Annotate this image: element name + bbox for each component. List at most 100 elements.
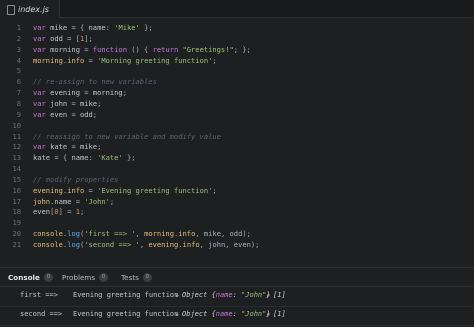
code-token: name: [71, 153, 89, 163]
object-key: name: [215, 291, 233, 299]
code-text: var odd = [1];: [33, 33, 93, 44]
code-token: name: [88, 23, 106, 32]
code-line: 8 var john = mike;: [0, 98, 474, 109]
tab-problems[interactable]: Problems 0: [62, 268, 109, 287]
code-token: };: [122, 153, 136, 163]
code-token: info: [182, 240, 200, 249]
line-number: 19: [12, 218, 21, 228]
code-token: evening: [45, 88, 85, 98]
code-token: =: [71, 98, 80, 108]
code-token: info: [178, 229, 196, 239]
code-token: =: [71, 142, 80, 152]
code-line: 7 var evening = morning;: [0, 87, 474, 98]
array-preview[interactable]: ▶ [1]: [267, 307, 286, 323]
code-token: =: [84, 44, 93, 54]
code-text: // re-assign to new variables: [33, 76, 157, 87]
code-line: 5: [0, 65, 474, 76]
count-badge: 0: [142, 273, 152, 282]
code-token: even: [45, 109, 72, 119]
object-preview[interactable]: ▶ Object {name: "John"}: [176, 307, 271, 323]
object-prefix: Object {: [182, 291, 216, 299]
code-token: ;: [212, 55, 217, 65]
console-log-row: first ==> Evening greeting function ▶ Obje…: [0, 288, 474, 307]
log-message: Evening greeting function: [73, 291, 179, 299]
line-number: 1: [16, 23, 21, 32]
code-token: 'Morning greeting function': [97, 55, 213, 65]
code-line: 15 // modify properties: [0, 174, 474, 185]
object-value: "John": [241, 291, 267, 299]
code-token: john: [33, 196, 51, 206]
object-key: name: [215, 310, 233, 318]
array-preview[interactable]: ▶ [1]: [267, 288, 286, 304]
code-editor[interactable]: 1 var mike = { name: 'Mike' }; 2 var odd = …: [0, 19, 474, 267]
code-token: kate: [45, 142, 72, 152]
code-token: =: [84, 88, 93, 98]
code-token: ];: [84, 33, 93, 43]
array-value: [1]: [273, 310, 286, 318]
code-text: // reassign to new variable and modify v…: [33, 131, 221, 142]
console-output: first ==> Evening greeting function ▶ Obje…: [0, 287, 474, 327]
code-text: evening.info = 'Evening greeting functio…: [33, 185, 217, 196]
code-token: morning: [45, 44, 85, 54]
code-text: var kate = mike;: [33, 141, 101, 152]
count-badge: 0: [43, 273, 53, 282]
code-line: 1 var mike = { name: 'Mike' };: [0, 22, 474, 33]
line-number: 12: [12, 142, 21, 152]
line-number: 11: [12, 131, 21, 141]
code-token: var: [33, 98, 46, 108]
code-token: name: [54, 196, 72, 206]
object-separator: :: [232, 291, 242, 299]
tab-console[interactable]: Console 0: [8, 268, 53, 287]
code-line: 21 console.log('second ==> ', evening.inf…: [0, 239, 474, 250]
tab-tests[interactable]: Tests 0: [121, 268, 152, 287]
code-token: john: [45, 98, 72, 108]
code-token: log: [67, 240, 80, 249]
code-token: =: [84, 185, 98, 195]
code-token: ; };: [233, 44, 251, 54]
line-number: 2: [16, 33, 21, 43]
tab-label: Tests: [121, 273, 139, 282]
code-token: var: [33, 142, 46, 152]
tab-index-js[interactable]: index.js: [0, 0, 60, 18]
code-token: =: [71, 109, 80, 119]
line-number: 5: [16, 66, 21, 76]
code-text: var john = mike;: [33, 98, 101, 109]
code-token: 'Mike': [114, 23, 140, 32]
line-number: 8: [16, 98, 21, 108]
object-preview[interactable]: ▶ Object {name: "John"}: [176, 288, 271, 304]
code-line: 16 evening.info = 'Evening greeting funct…: [0, 185, 474, 196]
code-token: console: [33, 240, 63, 249]
code-line: 10: [0, 120, 474, 131]
code-token: mike: [79, 98, 98, 108]
line-number: 18: [12, 207, 21, 217]
object-value: "John": [241, 310, 267, 318]
code-token: var: [33, 88, 46, 98]
code-token: // modify properties: [33, 174, 119, 184]
code-token: ;: [122, 88, 127, 98]
code-token: ;: [92, 109, 98, 119]
code-token: :: [105, 23, 115, 32]
code-token: () {: [126, 44, 153, 54]
code-token: info: [67, 55, 85, 65]
object-prefix: Object {: [182, 310, 216, 318]
line-number: 13: [12, 153, 21, 163]
code-token: var: [33, 109, 46, 119]
code-token: = {: [71, 23, 89, 32]
tab-label: index.js: [18, 4, 49, 14]
code-token: , mike, odd);: [195, 229, 251, 239]
code-token: var: [33, 33, 46, 43]
code-line: 12 var kate = mike;: [0, 141, 474, 152]
code-line: 11 // reassign to new variable and modify…: [0, 131, 474, 142]
log-label: first ==>: [20, 291, 58, 299]
line-number: 6: [16, 77, 21, 87]
code-token: = [: [67, 33, 80, 43]
code-token: morning: [92, 88, 123, 98]
array-value: [1]: [273, 291, 286, 299]
code-line: 3 var morning = function () { return "Gre…: [0, 44, 474, 55]
code-token: :: [88, 153, 98, 163]
code-line: 13 kate = { name: 'Kate' };: [0, 152, 474, 163]
tab-label: Console: [8, 273, 40, 282]
code-token: morning: [144, 229, 174, 239]
code-text: var morning = function () { return "Gree…: [33, 44, 251, 55]
bottom-panel-tabs: Console 0 Problems 0 Tests 0: [0, 267, 474, 287]
